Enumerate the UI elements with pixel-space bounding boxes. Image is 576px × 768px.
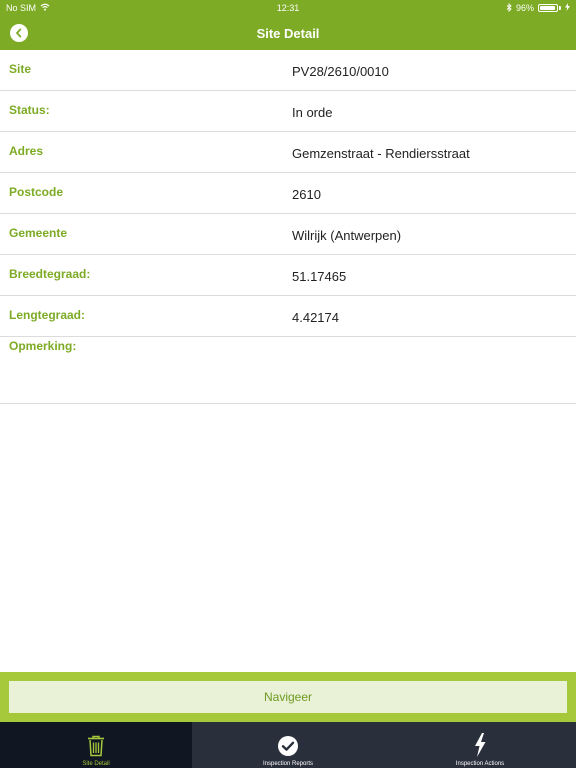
detail-row-address: Adres Gemzenstraat - Rendiersstraat [0,132,576,173]
status-bar: No SIM 12:31 96% [0,0,576,16]
back-button[interactable] [10,24,28,42]
municipality-label: Gemeente [9,226,68,240]
detail-row-municipality: Gemeente Wilrijk (Antwerpen) [0,214,576,255]
longitude-value: 4.42174 [292,310,339,325]
clock: 12:31 [276,3,300,13]
page-title: Site Detail [256,25,320,41]
tab-inspection-reports[interactable]: Inspection Reports [192,722,384,768]
address-label: Adres [9,144,44,158]
site-detail-list: Site PV28/2610/0010 Status: In orde Adre… [0,50,576,404]
check-circle-icon [278,736,298,756]
navigation-bar: Site Detail [0,16,576,50]
detail-row-postcode: Postcode 2610 [0,173,576,214]
detail-row-longitude: Lengtegraad: 4.42174 [0,296,576,337]
detail-row-remark: Opmerking: [0,337,576,404]
site-label: Site [9,62,32,76]
navigate-button[interactable]: Navigeer [9,681,567,713]
address-value: Gemzenstraat - Rendiersstraat [292,146,470,161]
tab-bar: Site Detail Inspection Reports Inspectio… [0,722,576,768]
latitude-value: 51.17465 [292,269,347,284]
tab-inspection-actions[interactable]: Inspection Actions [384,722,576,768]
postcode-label: Postcode [9,185,64,199]
trash-icon [88,735,104,757]
navigate-button-container: Navigeer [0,672,576,722]
remark-label: Opmerking: [9,339,77,353]
lightning-icon [475,733,486,757]
status-label: Status: [9,103,50,117]
longitude-label: Lengtegraad: [9,308,86,322]
latitude-label: Breedtegraad: [9,267,91,281]
detail-row-latitude: Breedtegraad: 51.17465 [0,255,576,296]
tab-site-detail[interactable]: Site Detail [0,722,192,768]
status-value: In orde [292,105,333,120]
battery-fill [540,6,556,10]
site-value: PV28/2610/0010 [292,64,389,79]
postcode-value: 2610 [292,187,321,202]
tab-site-detail-label: Site Detail [82,761,110,767]
tab-inspection-actions-label: Inspection Actions [455,761,505,767]
municipality-value: Wilrijk (Antwerpen) [292,228,402,243]
chevron-left-circle-icon [16,28,22,38]
tab-inspection-reports-label: Inspection Reports [262,761,314,767]
battery-icon [538,4,558,12]
detail-row-status: Status: In orde [0,91,576,132]
detail-row-site: Site PV28/2610/0010 [0,50,576,91]
